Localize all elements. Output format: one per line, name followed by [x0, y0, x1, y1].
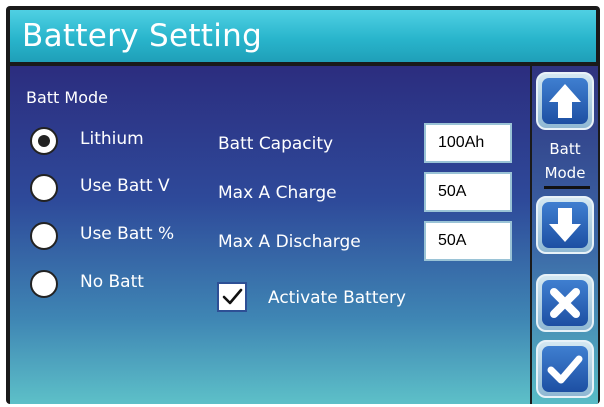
radio-button-use-batt-v[interactable]	[30, 174, 58, 202]
radio-button-lithium[interactable]	[30, 127, 58, 155]
close-icon	[550, 288, 580, 318]
settings-panel: Batt Mode Lithium Use Batt V Use Batt % …	[10, 66, 530, 404]
max-charge-field[interactable]: 50A	[424, 172, 512, 212]
arrow-up-icon	[549, 84, 581, 118]
radio-button-no-batt[interactable]	[30, 270, 58, 298]
radio-button-use-batt-percent[interactable]	[30, 222, 58, 250]
batt-capacity-field[interactable]: 100Ah	[424, 123, 512, 163]
radio-label-use-batt-v: Use Batt V	[80, 176, 170, 196]
checkmark-icon	[547, 355, 583, 384]
batt-mode-side-label-1: Batt	[549, 140, 581, 158]
max-charge-label: Max A Charge	[218, 183, 337, 203]
device-screen: Battery Setting Batt Mode Lithium Use Ba…	[6, 6, 600, 404]
confirm-button[interactable]	[536, 340, 594, 398]
batt-mode-heading: Batt Mode	[26, 88, 109, 107]
activate-battery-label: Activate Battery	[268, 288, 406, 308]
arrow-down-icon	[549, 208, 581, 242]
side-button-bar: Batt Mode	[532, 66, 598, 404]
max-discharge-field[interactable]: 50A	[424, 221, 512, 261]
max-discharge-label: Max A Discharge	[218, 232, 361, 252]
radio-selected-dot	[38, 135, 50, 147]
page-title: Battery Setting	[10, 10, 596, 62]
batt-mode-side-label-2: Mode	[544, 164, 586, 182]
cancel-button[interactable]	[536, 274, 594, 332]
batt-capacity-label: Batt Capacity	[218, 134, 334, 154]
radio-label-no-batt: No Batt	[80, 272, 144, 292]
radio-label-lithium: Lithium	[80, 129, 144, 149]
activate-battery-checkbox[interactable]	[217, 282, 247, 312]
side-divider	[544, 186, 590, 189]
mode-down-button[interactable]	[536, 196, 594, 254]
mode-up-button[interactable]	[536, 72, 594, 130]
checkmark-icon	[222, 288, 243, 305]
radio-label-use-batt-percent: Use Batt %	[80, 224, 175, 244]
